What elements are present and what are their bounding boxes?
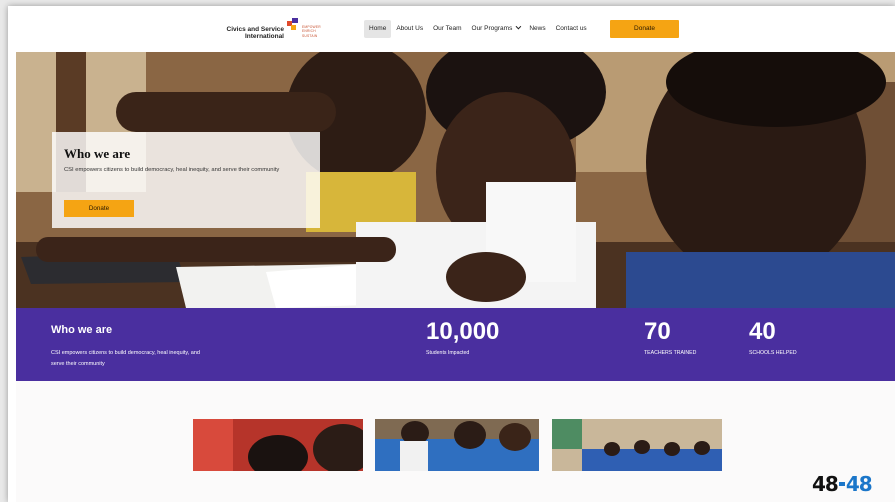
logo-mark-icon xyxy=(287,18,298,30)
nav-about-us[interactable]: About Us xyxy=(391,20,428,38)
badge-left: 48 xyxy=(812,472,839,496)
stat-label: SCHOOLS HELPED xyxy=(749,350,797,356)
browser-window: Civics and Service International EMPOWER… xyxy=(8,6,895,502)
stat-label: TEACHERS TRAINED xyxy=(644,350,697,356)
nav-home[interactable]: Home xyxy=(364,20,392,38)
nav-contact-us[interactable]: Contact us xyxy=(551,20,592,38)
site-logo[interactable]: Civics and Service International EMPOWER… xyxy=(224,16,324,44)
stats-text: CSI empowers citizens to build democracy… xyxy=(51,350,200,367)
stat-number: 70 xyxy=(644,318,671,345)
stat-label: Students Impacted xyxy=(426,350,470,356)
stat-teachers: 70 TEACHERS TRAINED xyxy=(644,316,696,356)
gallery-photo[interactable] xyxy=(375,419,539,471)
badge-separator xyxy=(838,482,845,486)
hero-donate-button[interactable]: Donate xyxy=(64,200,134,217)
stat-number: 10,000 xyxy=(426,318,500,345)
hero-title: Who we are xyxy=(64,146,131,161)
nav-news[interactable]: News xyxy=(524,20,550,38)
stat-number: 40 xyxy=(749,318,776,345)
badge-right: 48 xyxy=(845,472,873,496)
gallery-photo[interactable] xyxy=(193,419,363,471)
hero-banner: Who we are CSI empowers citizens to buil… xyxy=(16,52,895,308)
nav-our-programs[interactable]: Our Programs xyxy=(467,20,525,38)
nav-our-team[interactable]: Our Team xyxy=(428,20,466,38)
gallery-photo[interactable] xyxy=(552,419,722,471)
stats-band: Who we are CSI empowers citizens to buil… xyxy=(16,308,895,381)
chevron-down-icon xyxy=(515,23,522,30)
corner-badge-logo: 48 48 xyxy=(812,472,873,496)
stats-title: Who we are xyxy=(51,324,113,336)
site-header: Civics and Service International EMPOWER… xyxy=(8,6,895,52)
header-donate-button[interactable]: Donate xyxy=(610,20,679,38)
hero-card: Who we are CSI empowers citizens to buil… xyxy=(52,132,320,228)
nav-our-programs-label: Our Programs xyxy=(471,25,513,32)
main-nav: Home About Us Our Team Our Programs News… xyxy=(364,20,592,38)
stat-students: 10,000 Students Impacted xyxy=(426,316,499,356)
gallery-section xyxy=(16,381,895,502)
stat-schools: 40 SCHOOLS HELPED xyxy=(749,316,797,356)
logo-name: Civics and Service International xyxy=(226,26,284,40)
hero-text: CSI empowers citizens to build democracy… xyxy=(64,167,280,173)
logo-tagline: EMPOWER ENRICH SUSTAIN xyxy=(302,25,321,38)
